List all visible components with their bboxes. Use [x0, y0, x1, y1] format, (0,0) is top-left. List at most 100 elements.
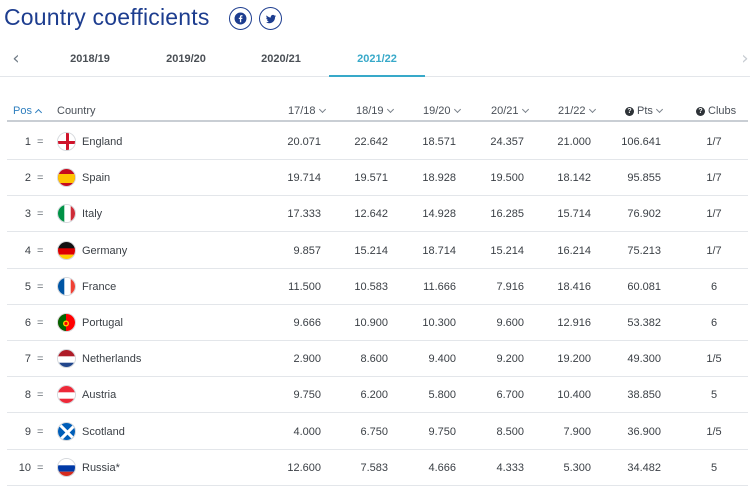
row-change: =	[37, 208, 44, 221]
row-pts: 34.482	[627, 461, 661, 474]
row-s1718: 9.666	[293, 317, 321, 329]
header-1819[interactable]: 18/19	[356, 105, 394, 117]
row-s1718: 20.071	[287, 136, 321, 148]
sort-up-icon	[34, 108, 43, 117]
header-pts[interactable]: ? Pts	[625, 105, 663, 117]
row-clubs: 5	[710, 461, 718, 474]
header-country: Country	[57, 105, 96, 117]
row-country[interactable]: Germany	[82, 245, 127, 257]
row-s1819: 12.642	[354, 208, 388, 221]
row-s1718: 9.750	[293, 389, 321, 402]
row-s2122: 7.900	[563, 425, 591, 438]
table-row[interactable]: 8 = Austria 9.750 6.200 5.800 6.700 10.400 38.85…	[7, 377, 748, 414]
table-row[interactable]: 6 = Portugal 9.666 10.900 10.300 9.600 12.916 53…	[7, 305, 748, 341]
row-s2021: 4.333	[496, 461, 524, 474]
row-country[interactable]: England	[82, 136, 122, 148]
header-1718[interactable]: 17/18	[288, 105, 326, 117]
row-s2122: 18.416	[557, 280, 591, 293]
table-row[interactable]: 3 = Italy 17.333 12.642 14.928 16.285 15.714 76.…	[7, 196, 748, 233]
row-s2021: 19.500	[490, 172, 524, 185]
twitter-icon	[265, 14, 276, 23]
row-country[interactable]: Spain	[82, 172, 110, 184]
tab-season-2021-22[interactable]: 2021/22	[329, 53, 425, 77]
england-flag-icon	[57, 132, 76, 151]
header-1920[interactable]: 19/20	[423, 105, 461, 117]
france-flag-icon	[57, 276, 76, 296]
row-country[interactable]: Netherlands	[82, 353, 141, 365]
chevron-down-icon	[588, 105, 596, 114]
twitter-share-button[interactable]	[259, 7, 282, 30]
facebook-share-button[interactable]	[229, 7, 252, 30]
table-row[interactable]: 9 = Scotland 4.000 6.750 9.750 8.500 7.900 36.90…	[7, 414, 748, 450]
table-row[interactable]: 2 = Spain 19.714 19.571 18.928 19.500 18.142 95.…	[7, 160, 748, 197]
row-country[interactable]: Austria	[82, 389, 116, 401]
row-s2021: 24.357	[490, 136, 524, 148]
table-row[interactable]: 1 = England 20.071 22.642 18.571 24.357 21.000 1…	[7, 124, 748, 160]
tab-season-2020-21[interactable]: 2020/21	[233, 53, 329, 65]
row-clubs: 5	[710, 389, 718, 402]
row-country[interactable]: Italy	[82, 208, 102, 220]
row-s2021: 7.916	[496, 280, 524, 293]
row-pts: 60.081	[627, 280, 661, 293]
prev-season-arrow[interactable]: ‹	[8, 48, 24, 69]
tab-season-2019-20[interactable]: 2019/20	[138, 53, 234, 65]
row-s2021: 9.600	[496, 317, 524, 329]
row-s1819: 10.583	[354, 280, 388, 293]
row-clubs: 1/5	[706, 353, 722, 366]
row-s1920: 18.714	[422, 244, 456, 257]
netherlands-flag-icon	[57, 349, 76, 369]
chevron-down-icon	[655, 105, 663, 114]
chevron-down-icon	[318, 105, 326, 114]
row-pts: 53.382	[627, 317, 661, 329]
row-s1920: 18.571	[422, 136, 456, 148]
table-row[interactable]: 4 = Germany 9.857 15.214 18.714 15.214 16.214 75…	[7, 233, 748, 269]
header-2122[interactable]: 21/22	[558, 105, 596, 117]
portugal-flag-icon	[57, 313, 76, 332]
tab-season-2018-19[interactable]: 2018/19	[42, 53, 138, 65]
row-change: =	[37, 280, 44, 293]
row-s2021: 8.500	[496, 425, 524, 438]
page-header: Country coefficients	[0, 0, 750, 40]
row-pos: 5	[24, 280, 31, 293]
table-row[interactable]: 10 = Russia* 12.600 7.583 4.666 4.333 5.300 34.4…	[7, 450, 748, 486]
row-s1920: 14.928	[422, 208, 456, 221]
row-s1819: 8.600	[360, 353, 388, 366]
row-s2021: 15.214	[490, 244, 524, 257]
row-change: =	[37, 172, 44, 185]
row-s1819: 6.750	[360, 425, 388, 438]
row-pts: 38.850	[627, 389, 661, 402]
row-s1819: 22.642	[354, 136, 388, 148]
row-s1920: 9.400	[428, 353, 456, 366]
row-country[interactable]: Scotland	[82, 426, 125, 438]
facebook-icon	[234, 12, 247, 25]
info-icon[interactable]: ?	[696, 107, 705, 116]
italy-flag-icon	[57, 204, 76, 224]
chevron-down-icon	[521, 105, 529, 114]
row-s1920: 5.800	[428, 389, 456, 402]
next-season-arrow[interactable]: ›	[737, 48, 750, 69]
row-s2122: 10.400	[557, 389, 591, 402]
table-row[interactable]: 7 = Netherlands 2.900 8.600 9.400 9.200 19.200 4…	[7, 341, 748, 378]
row-clubs: 6	[710, 317, 718, 329]
info-icon[interactable]: ?	[625, 107, 634, 116]
header-pos[interactable]: Pos	[13, 105, 43, 117]
row-s2021: 16.285	[490, 208, 524, 221]
row-clubs: 1/7	[706, 136, 722, 148]
row-s1819: 6.200	[360, 389, 388, 402]
row-change: =	[37, 389, 44, 402]
row-country[interactable]: Russia*	[82, 462, 120, 474]
row-country[interactable]: Portugal	[82, 317, 123, 329]
spain-flag-icon	[57, 168, 76, 188]
row-clubs: 1/7	[706, 244, 722, 257]
row-country[interactable]: France	[82, 281, 116, 293]
row-s1819: 10.900	[354, 317, 388, 329]
row-s1718: 4.000	[293, 425, 321, 438]
row-pos: 4	[24, 244, 31, 257]
row-s2122: 19.200	[557, 353, 591, 366]
row-s2122: 5.300	[563, 461, 591, 474]
header-2021[interactable]: 20/21	[491, 105, 529, 117]
row-s2122: 21.000	[557, 136, 591, 148]
row-s2021: 9.200	[496, 353, 524, 366]
table-row[interactable]: 5 = France 11.500 10.583 11.666 7.916 18.416 60.…	[7, 269, 748, 305]
row-s2021: 6.700	[496, 389, 524, 402]
